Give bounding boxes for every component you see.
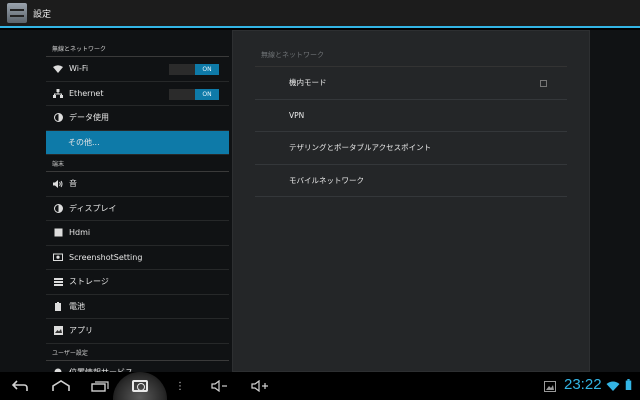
system-nav-bar: ⋮ 23:22 <box>0 372 640 400</box>
vpn-label: VPN <box>289 110 305 120</box>
airplane-mode-label: 機内モード <box>289 78 327 88</box>
data-usage-icon <box>52 113 64 123</box>
menu-icon[interactable]: ⋮ <box>174 372 186 400</box>
header-item-label: アプリ <box>69 326 93 336</box>
toggle-state: ON <box>195 88 219 100</box>
header-item-screenshotsetting[interactable]: ScreenshotSetting <box>46 246 229 270</box>
sound-icon <box>52 179 64 189</box>
settings-app-icon[interactable] <box>7 3 27 23</box>
tethering-label: テザリングとポータブルアクセスポイント <box>289 143 432 153</box>
category-header: ユーザー設定 <box>46 344 229 361</box>
toggle-state: ON <box>195 64 219 75</box>
category-header: 無線とネットワーク <box>46 40 229 57</box>
header-item-label: データ使用 <box>69 113 109 123</box>
apps-icon <box>52 326 64 336</box>
detail-pane: 無線とネットワーク 機内モード VPN テザリングとポータブルアクセスポイント … <box>232 30 590 372</box>
header-item-label: Ethernet <box>69 88 104 98</box>
screenshot-icon <box>52 252 64 262</box>
volume-down-icon[interactable] <box>208 372 232 400</box>
header-item-item-11[interactable]: 電池 <box>46 295 229 319</box>
header-item-wi-fi[interactable]: Wi-Fi ON <box>46 57 229 82</box>
header-item-label: ScreenshotSetting <box>69 252 143 262</box>
header-item-label: Hdmi <box>69 228 91 238</box>
recent-apps-icon[interactable] <box>88 372 112 400</box>
hdmi-icon <box>52 228 64 238</box>
settings-content: 無線とネットワーク Wi-Fi ON Ethernet ON データ使用その他... 端末音… <box>0 30 640 372</box>
wifi-status-icon <box>606 381 620 391</box>
tethering-item[interactable]: テザリングとポータブルアクセスポイント <box>255 132 567 165</box>
vpn-item[interactable]: VPN <box>255 100 567 132</box>
volume-up-icon[interactable] <box>248 372 272 400</box>
header-item-item-6[interactable]: 音 <box>46 172 229 197</box>
battery-icon <box>52 301 64 311</box>
wifi-icon <box>52 64 64 74</box>
airplane-mode-item[interactable]: 機内モード <box>255 67 567 100</box>
header-item-label: 電池 <box>69 301 85 311</box>
header-item-item-7[interactable]: ディスプレイ <box>46 197 229 221</box>
header-item-item-14[interactable]: 位置情報サービス <box>46 361 229 372</box>
header-item-item-4[interactable]: その他... <box>46 130 229 155</box>
header-item-item-12[interactable]: アプリ <box>46 319 229 344</box>
header-item-hdmi[interactable]: Hdmi <box>46 221 229 246</box>
app-title: 設定 <box>33 9 52 20</box>
mobile-network-label: モバイルネットワーク <box>289 175 364 185</box>
display-icon <box>52 203 64 213</box>
header-item-item-10[interactable]: ストレージ <box>46 270 229 295</box>
ethernet-icon <box>52 88 64 98</box>
battery-status-icon <box>625 379 632 390</box>
header-item-label: ディスプレイ <box>69 203 117 213</box>
header-item-label: ストレージ <box>69 277 109 287</box>
toggle-switch[interactable]: ON <box>169 64 219 75</box>
header-item-ethernet[interactable]: Ethernet ON <box>46 82 229 106</box>
action-bar: 設定 <box>0 0 640 28</box>
back-icon[interactable] <box>8 372 32 400</box>
storage-icon <box>52 277 64 287</box>
toggle-switch[interactable]: ON <box>169 88 219 100</box>
gallery-notification-icon[interactable] <box>544 381 556 392</box>
airplane-mode-checkbox[interactable] <box>540 80 547 87</box>
header-item-label: 音 <box>69 179 77 189</box>
header-item-label: Wi-Fi <box>69 64 89 74</box>
home-icon[interactable] <box>48 372 74 400</box>
category-header: 端末 <box>46 155 229 172</box>
screenshot-icon[interactable] <box>132 380 148 392</box>
status-clock: 23:22 <box>564 376 602 393</box>
headers-list[interactable]: 無線とネットワーク Wi-Fi ON Ethernet ON データ使用その他... 端末音… <box>46 40 229 372</box>
mobile-network-item[interactable]: モバイルネットワーク <box>255 165 567 197</box>
header-item-label: その他... <box>68 137 100 147</box>
header-item-item-3[interactable]: データ使用 <box>46 106 229 131</box>
detail-category-header: 無線とネットワーク <box>255 43 567 67</box>
